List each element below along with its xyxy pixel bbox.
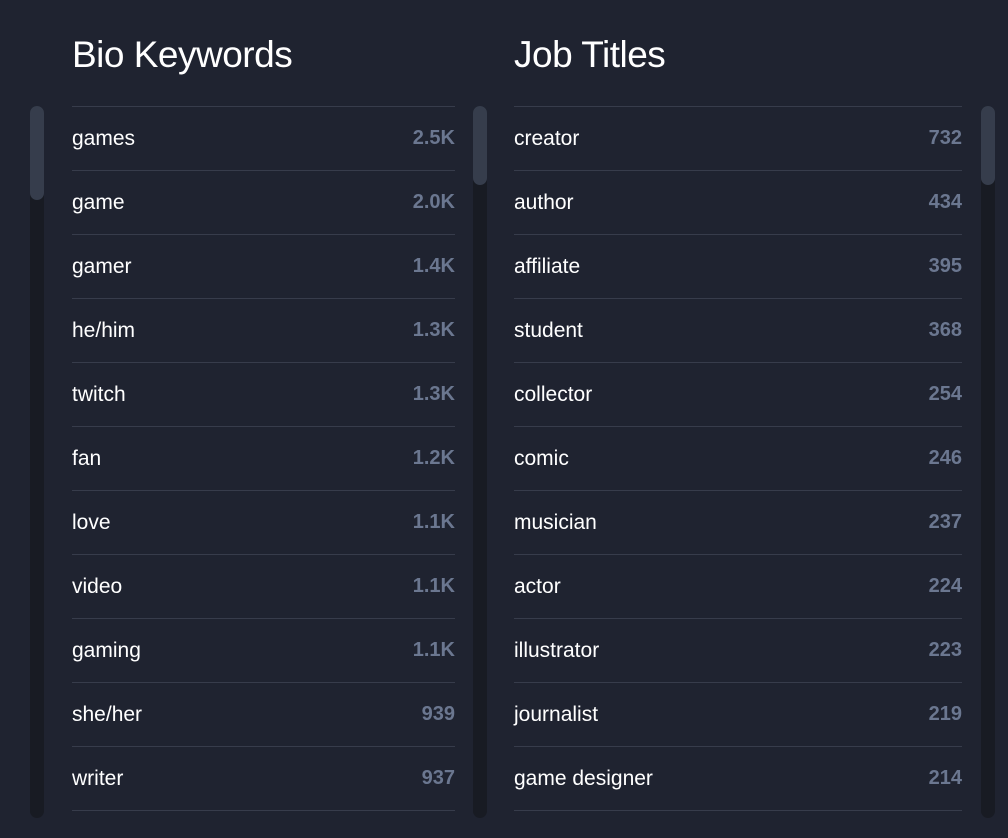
item-count: 246 [928, 447, 962, 469]
item-label: comic [514, 446, 569, 470]
list-item[interactable]: illustrator 223 [514, 619, 962, 683]
list-item[interactable]: affiliate 395 [514, 235, 962, 299]
list-item[interactable]: game 2.0K [72, 171, 455, 235]
bio-keywords-title: Bio Keywords [72, 34, 293, 75]
item-label: games [72, 126, 136, 150]
item-count: 939 [421, 703, 455, 725]
item-label: she/her [72, 702, 143, 726]
item-label: game [72, 190, 125, 214]
list-item[interactable]: gaming 1.1K [72, 619, 455, 683]
item-label: journalist [514, 702, 599, 726]
item-count: 368 [928, 319, 962, 341]
list-item[interactable]: video 1.1K [72, 555, 455, 619]
item-count: 219 [928, 703, 962, 725]
item-count: 1.1K [412, 511, 455, 533]
item-count: 1.4K [412, 255, 455, 277]
list-item[interactable]: creator 732 [514, 107, 962, 171]
item-count: 1.2K [412, 447, 455, 469]
list-item[interactable]: writer 937 [72, 747, 455, 811]
list-item[interactable]: actor 224 [514, 555, 962, 619]
list-item[interactable]: she/her 939 [72, 683, 455, 747]
item-label: video [72, 574, 123, 598]
list-item[interactable]: author 434 [514, 171, 962, 235]
job-titles-scrollbar-thumb[interactable] [981, 106, 995, 185]
item-count: 1.1K [412, 639, 455, 661]
item-count: 395 [928, 255, 962, 277]
item-count: 237 [928, 511, 962, 533]
item-label: fan [72, 446, 102, 470]
item-count: 2.0K [412, 191, 455, 213]
item-count: 732 [928, 127, 962, 149]
item-label: student [514, 318, 583, 342]
list-item[interactable]: games 2.5K [72, 107, 455, 171]
list-item[interactable]: student 368 [514, 299, 962, 363]
item-count: 214 [928, 767, 962, 789]
item-count: 224 [928, 575, 962, 597]
bio-keywords-list: games 2.5K game 2.0K gamer 1.4K he/him 1.3K twit… [72, 106, 455, 811]
item-count: 1.1K [412, 575, 455, 597]
list-item[interactable]: twitch 1.3K [72, 363, 455, 427]
item-count: 223 [928, 639, 962, 661]
item-label: writer [72, 766, 124, 790]
item-count: 937 [421, 767, 455, 789]
list-item[interactable]: comic 246 [514, 427, 962, 491]
outer-scrollbar-thumb[interactable] [30, 106, 44, 200]
item-count: 1.3K [412, 383, 455, 405]
list-item[interactable]: he/him 1.3K [72, 299, 455, 363]
item-label: twitch [72, 382, 126, 406]
item-label: creator [514, 126, 580, 150]
item-count: 434 [928, 191, 962, 213]
outer-scrollbar[interactable] [30, 106, 44, 818]
job-titles-title: Job Titles [514, 34, 666, 75]
item-label: author [514, 190, 574, 214]
list-item[interactable]: love 1.1K [72, 491, 455, 555]
item-label: musician [514, 510, 597, 534]
item-count: 2.5K [412, 127, 455, 149]
item-label: game designer [514, 766, 653, 790]
bio-keywords-scrollbar-thumb[interactable] [473, 106, 487, 185]
list-item[interactable]: journalist 219 [514, 683, 962, 747]
item-label: love [72, 510, 111, 534]
item-label: he/him [72, 318, 136, 342]
item-label: illustrator [514, 638, 600, 662]
item-label: gamer [72, 254, 132, 278]
item-label: actor [514, 574, 561, 598]
item-count: 254 [928, 383, 962, 405]
item-label: gaming [72, 638, 141, 662]
item-count: 1.3K [412, 319, 455, 341]
list-item[interactable]: musician 237 [514, 491, 962, 555]
job-titles-list: creator 732 author 434 affiliate 395 student 36… [514, 106, 962, 811]
list-item[interactable]: game designer 214 [514, 747, 962, 811]
job-titles-scrollbar[interactable] [981, 106, 995, 818]
list-item[interactable]: fan 1.2K [72, 427, 455, 491]
item-label: collector [514, 382, 593, 406]
list-item[interactable]: gamer 1.4K [72, 235, 455, 299]
list-item[interactable]: collector 254 [514, 363, 962, 427]
item-label: affiliate [514, 254, 581, 278]
bio-keywords-scrollbar[interactable] [473, 106, 487, 818]
